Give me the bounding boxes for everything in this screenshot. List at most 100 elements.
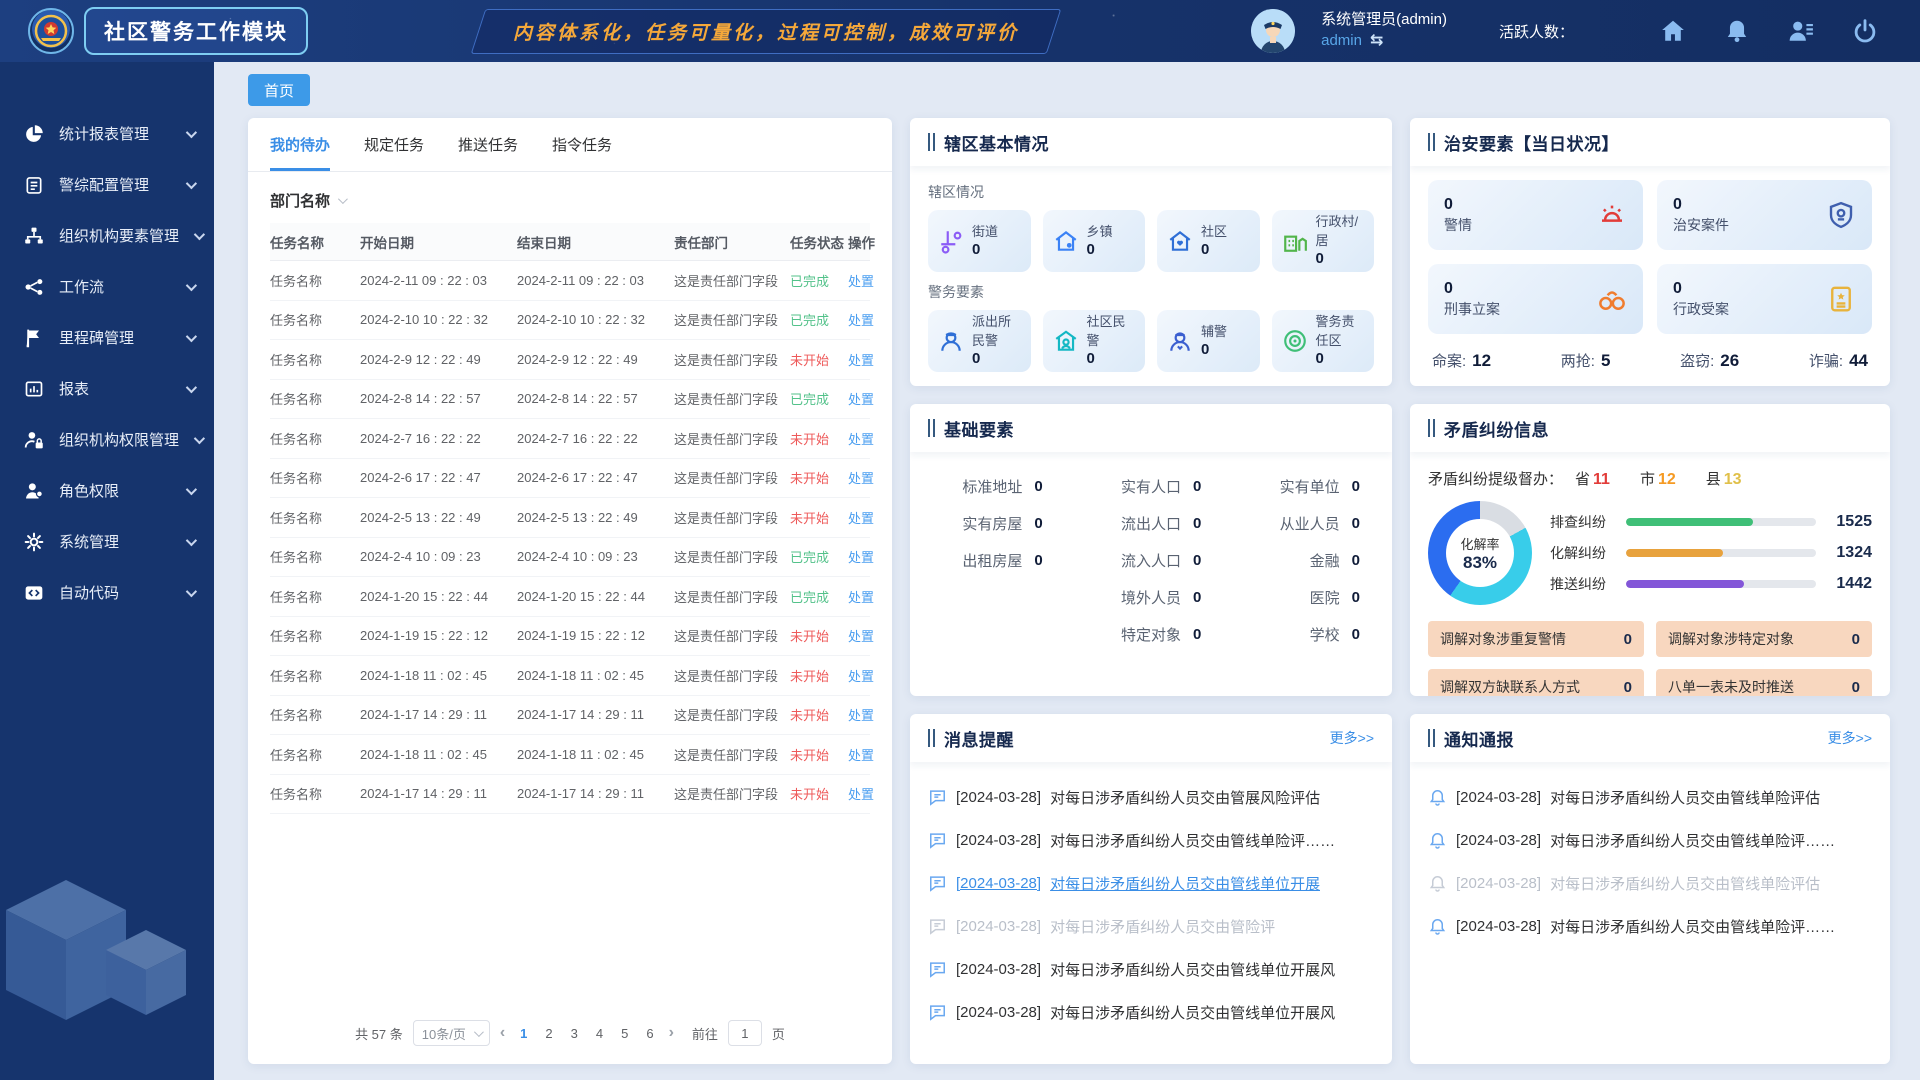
sidebar-item-workflow[interactable]: 工作流 <box>0 261 214 312</box>
page-number-button[interactable]: 5 <box>616 1024 633 1043</box>
basic-stat: 标准地址0 <box>910 468 1069 505</box>
table-row: 任务名称 2024-2-5 13 : 22 : 49 2024-2-5 13 :… <box>270 498 870 538</box>
handle-link[interactable]: 处置 <box>848 626 886 645</box>
handle-link[interactable]: 处置 <box>848 468 886 487</box>
notice-item[interactable]: [2024-03-28] 对每日涉矛盾纠纷人员交由管线单险评…… <box>1428 905 1872 948</box>
page-number-button[interactable]: 6 <box>641 1024 658 1043</box>
handle-link[interactable]: 处置 <box>848 508 886 527</box>
home-page-tab[interactable]: 首页 <box>248 74 310 106</box>
dispute-panel: 矛盾纠纷信息 矛盾纠纷提级督办： 省11市12县13 化解率 83% <box>1410 404 1890 696</box>
message-item[interactable]: [2024-03-28] 对每日涉矛盾纠纷人员交由管线单位开展风 <box>928 991 1374 1034</box>
notices-more-link[interactable]: 更多>> <box>1828 728 1872 748</box>
task-department: 这是责任部门字段 <box>674 547 790 566</box>
workflow-icon <box>24 277 44 297</box>
sidebar-item-reports[interactable]: 报表 <box>0 363 214 414</box>
prev-page-button[interactable]: ‹ <box>500 1024 505 1042</box>
messages-more-link[interactable]: 更多>> <box>1330 728 1374 748</box>
notice-item[interactable]: [2024-03-28] 对每日涉矛盾纠纷人员交由管线单险评估 <box>1428 776 1872 819</box>
task-status: 未开始 <box>790 508 848 527</box>
message-item[interactable]: [2024-03-28] 对每日涉矛盾纠纷人员交由管展风险评估 <box>928 776 1374 819</box>
user-role-icon <box>24 481 44 501</box>
table-row: 任务名称 2024-2-8 14 : 22 : 57 2024-2-8 14 :… <box>270 380 870 420</box>
tab-required-tasks[interactable]: 规定任务 <box>364 134 424 171</box>
task-department: 这是责任部门字段 <box>674 468 790 487</box>
page-number-button[interactable]: 4 <box>591 1024 608 1043</box>
sidebar-item-police-config[interactable]: 警综配置管理 <box>0 159 214 210</box>
power-icon[interactable] <box>1852 18 1878 44</box>
tab-my-todo[interactable]: 我的待办 <box>270 134 330 171</box>
sidebar-item-statistics-reports[interactable]: 统计报表管理 <box>0 108 214 159</box>
tab-pushed-tasks[interactable]: 推送任务 <box>458 134 518 171</box>
next-page-button[interactable]: › <box>669 1024 674 1042</box>
notice-item[interactable]: [2024-03-28] 对每日涉矛盾纠纷人员交由管线单险评…… <box>1428 819 1872 862</box>
user-avatar[interactable] <box>1251 9 1295 53</box>
page-number-button[interactable]: 2 <box>540 1024 557 1043</box>
dispute-action-button[interactable]: 八单一表未及时推送0 <box>1656 669 1872 696</box>
sidebar: 统计报表管理 警综配置管理 组织机构要素管理 工作流 里程碑管理 报表 组织机构… <box>0 62 214 1080</box>
basic-stat: 学校0 <box>1227 616 1386 653</box>
task-end-date: 2024-1-19 15 : 22 : 12 <box>517 628 674 643</box>
message-bubble-icon <box>928 1003 947 1022</box>
title-marker <box>928 133 935 151</box>
task-department: 这是责任部门字段 <box>674 508 790 527</box>
house-icon <box>1053 228 1079 254</box>
table-row: 任务名称 2024-1-20 15 : 22 : 44 2024-1-20 15… <box>270 577 870 617</box>
page-number-button[interactable]: 1 <box>515 1024 532 1043</box>
table-row: 任务名称 2024-1-17 14 : 29 : 11 2024-1-17 14… <box>270 775 870 815</box>
sidebar-item-milestones[interactable]: 里程碑管理 <box>0 312 214 363</box>
handle-link[interactable]: 处置 <box>848 784 886 803</box>
sidebar-item-auto-code[interactable]: 自动代码 <box>0 567 214 618</box>
message-item[interactable]: [2024-03-28] 对每日涉矛盾纠纷人员交由管线单位开展风 <box>928 948 1374 991</box>
department-filter[interactable]: 部门名称 <box>248 172 892 217</box>
page-size-select[interactable]: 10条/页 <box>413 1020 490 1046</box>
home-icon[interactable] <box>1660 18 1686 44</box>
handle-link[interactable]: 处置 <box>848 271 886 290</box>
task-status: 已完成 <box>790 271 848 290</box>
handle-link[interactable]: 处置 <box>848 310 886 329</box>
sidebar-item-system-management[interactable]: 系统管理 <box>0 516 214 567</box>
tab-instruction-tasks[interactable]: 指令任务 <box>552 134 612 171</box>
task-start-date: 2024-2-6 17 : 22 : 47 <box>360 470 517 485</box>
notice-item[interactable]: [2024-03-28] 对每日涉矛盾纠纷人员交由管线单险评估 <box>1428 862 1872 905</box>
switch-user-icon[interactable]: ⇆ <box>1370 30 1383 52</box>
road-icon <box>938 228 964 254</box>
users-icon[interactable] <box>1788 18 1814 44</box>
sidebar-item-org-permissions[interactable]: 组织机构权限管理 <box>0 414 214 465</box>
handle-link[interactable]: 处置 <box>848 705 886 724</box>
stat-tile-community: 社区0 <box>1157 210 1260 272</box>
handle-link[interactable]: 处置 <box>848 547 886 566</box>
message-item[interactable]: [2024-03-28] 对每日涉矛盾纠纷人员交由管线单险评…… <box>928 819 1374 862</box>
table-row: 任务名称 2024-2-4 10 : 09 : 23 2024-2-4 10 :… <box>270 538 870 578</box>
handle-link[interactable]: 处置 <box>848 587 886 606</box>
page-number-button[interactable]: 3 <box>566 1024 583 1043</box>
messages-panel: 消息提醒 更多>> [2024-03-28] 对每日涉矛盾纠纷人员交由管展风险评… <box>910 714 1392 1064</box>
panel-title: 矛盾纠纷信息 <box>1444 416 1549 441</box>
handle-link[interactable]: 处置 <box>848 745 886 764</box>
shield-icon <box>1826 200 1856 230</box>
dispute-action-button[interactable]: 调解对象涉特定对象0 <box>1656 621 1872 657</box>
sidebar-item-role-permissions[interactable]: 角色权限 <box>0 465 214 516</box>
chevron-down-icon <box>186 330 197 341</box>
dispute-action-button[interactable]: 调解双方缺联系人方式0 <box>1428 669 1644 696</box>
message-item[interactable]: [2024-03-28] 对每日涉矛盾纠纷人员交由管线单位开展 <box>928 862 1374 905</box>
task-department: 这是责任部门字段 <box>674 310 790 329</box>
task-name: 任务名称 <box>270 389 360 408</box>
handle-link[interactable]: 处置 <box>848 350 886 369</box>
dispute-action-button[interactable]: 调解对象涉重复警情0 <box>1428 621 1644 657</box>
handle-link[interactable]: 处置 <box>848 429 886 448</box>
main-content: 首页 我的待办 规定任务 推送任务 指令任务 部门名称 任务名称 开始日期 结束… <box>214 62 1920 1080</box>
sidebar-item-org-elements[interactable]: 组织机构要素管理 <box>0 210 214 261</box>
message-item[interactable]: [2024-03-28] 对每日涉矛盾纠纷人员交由管险评 <box>928 905 1374 948</box>
user-name[interactable]: admin <box>1321 31 1362 51</box>
dispute-bar: 化解纠纷 1324 <box>1550 538 1872 569</box>
task-department: 这是责任部门字段 <box>674 389 790 408</box>
escalation-label: 矛盾纠纷提级督办： <box>1428 468 1563 489</box>
handle-link[interactable]: 处置 <box>848 666 886 685</box>
goto-page-input[interactable] <box>728 1020 762 1046</box>
handle-link[interactable]: 处置 <box>848 389 886 408</box>
bar-fill <box>1626 518 1753 526</box>
slogan-banner: 内容体系化，任务可量化，过程可控制，成效可评价 <box>471 9 1062 54</box>
title-marker <box>928 729 935 747</box>
bell-icon[interactable] <box>1724 18 1750 44</box>
task-status: 已完成 <box>790 587 848 606</box>
